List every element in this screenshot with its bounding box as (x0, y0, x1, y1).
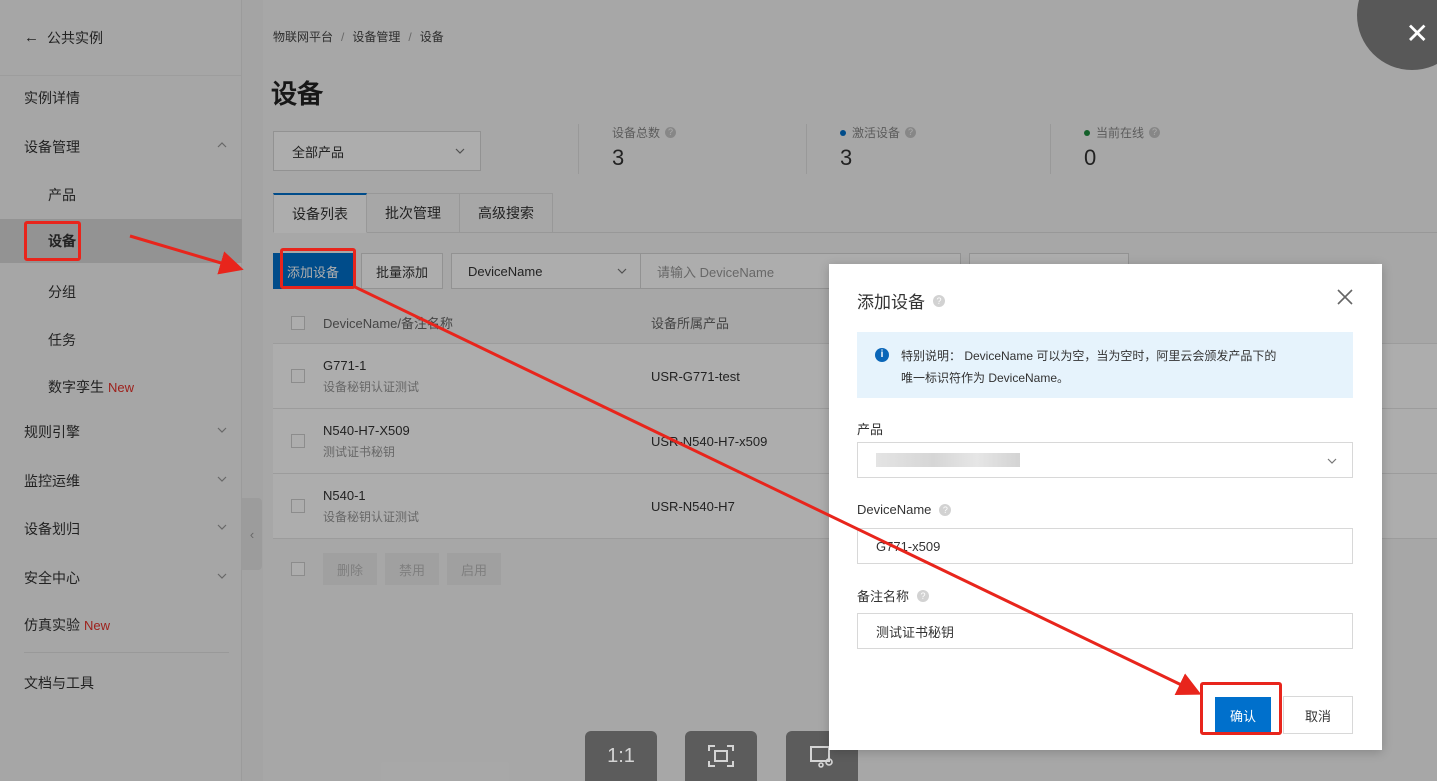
notice-line: 特别说明： DeviceName 可以为空，当为空时，阿里云会颁发产品下的 (901, 349, 1277, 363)
help-icon[interactable]: ? (933, 294, 945, 307)
note-input[interactable]: 测试证书秘钥 (857, 613, 1353, 649)
viewer-ratio-label: 1:1 (607, 744, 635, 767)
notice-line: 唯一标识符作为 DeviceName。 (901, 371, 1070, 385)
product-select[interactable] (857, 442, 1353, 478)
close-icon[interactable] (1336, 288, 1354, 306)
info-notice: i 特别说明： DeviceName 可以为空，当为空时，阿里云会颁发产品下的 … (857, 332, 1353, 398)
info-icon: i (875, 348, 889, 362)
close-icon: ✕ (1405, 18, 1429, 49)
cancel-button[interactable]: 取消 (1283, 696, 1353, 734)
viewer-ratio-button[interactable]: 1:1 (585, 731, 657, 781)
highlight-box (24, 221, 81, 261)
dialog-title-text: 添加设备 (857, 293, 925, 312)
dialog-title: 添加设备 ? (857, 288, 945, 313)
field-label-text: 备注名称 (857, 589, 910, 604)
viewer-fit-button[interactable] (685, 731, 757, 781)
note-label: 备注名称 ? (857, 586, 930, 605)
field-label-text: 产品 (857, 422, 884, 437)
devicename-input[interactable]: G771-x509 (857, 528, 1353, 564)
chevron-down-icon (1327, 458, 1337, 464)
highlight-box (280, 248, 356, 289)
help-icon[interactable]: ? (917, 589, 930, 602)
redacted-value (876, 453, 1020, 467)
note-value: 测试证书秘钥 (876, 624, 955, 640)
highlight-box (1200, 682, 1282, 735)
fit-screen-icon (708, 745, 734, 767)
add-device-dialog: 添加设备 ? i 特别说明： DeviceName 可以为空，当为空时，阿里云会… (829, 264, 1382, 750)
product-label: 产品 (857, 419, 883, 438)
devicename-label: DeviceName ? (857, 502, 952, 517)
help-icon[interactable]: ? (939, 503, 952, 516)
devicename-value: G771-x509 (876, 538, 941, 554)
field-label-text: DeviceName (857, 502, 932, 517)
